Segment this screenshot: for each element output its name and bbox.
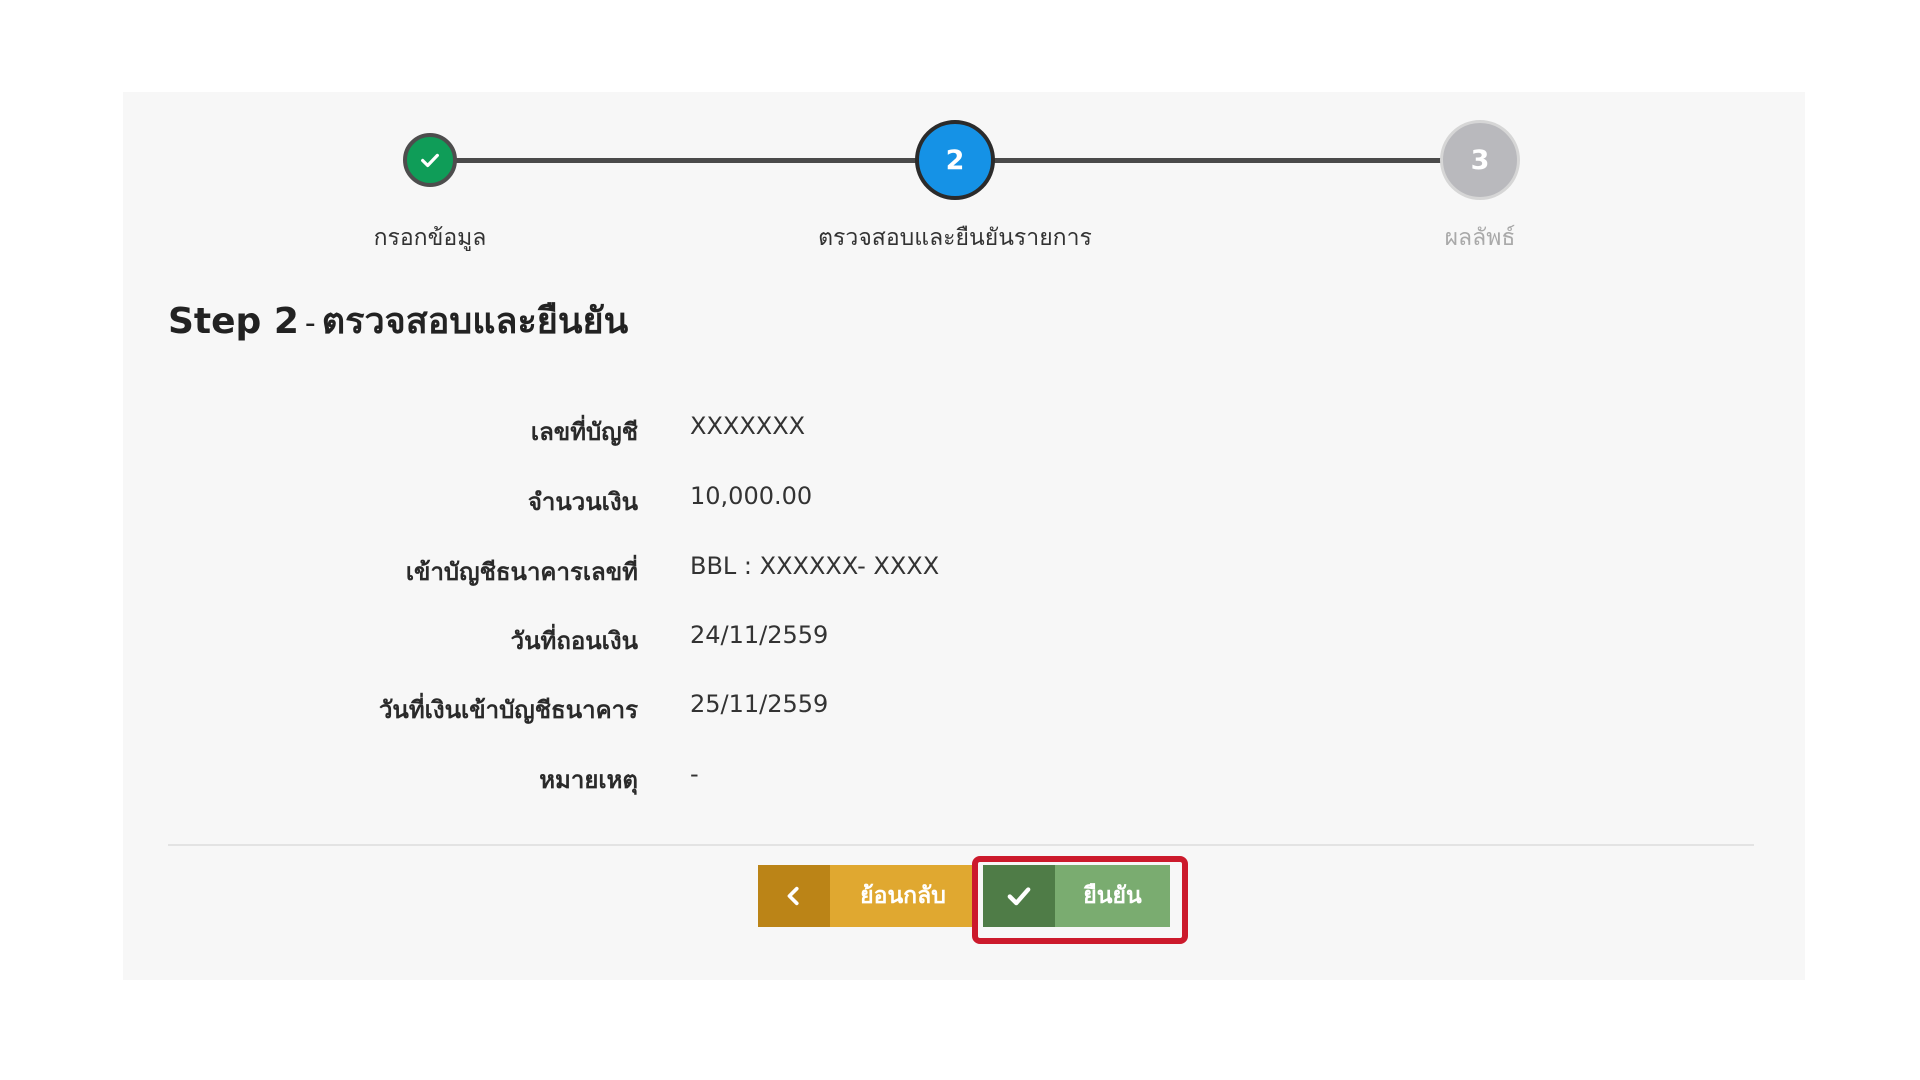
divider (168, 844, 1754, 846)
step-connector-1 (430, 158, 955, 163)
confirm-button-label: ยืนยัน (1083, 883, 1142, 909)
step-1-label: กรอกข้อมูล (373, 225, 487, 251)
step-2-circle: 2 (915, 120, 995, 200)
page-title-step: Step 2 (168, 301, 299, 342)
withdraw-date-value: 24/11/2559 (690, 621, 829, 649)
withdraw-date-label: วันที่ถอนเงิน (510, 627, 638, 655)
page-title-separator: - (304, 306, 316, 341)
step-3-number: 3 (1470, 144, 1490, 176)
step-2-number: 2 (945, 144, 965, 176)
step-2-label: ตรวจสอบและยืนยันรายการ (818, 225, 1092, 251)
bank-account-value: BBL : XXXXXX- XXXX (690, 552, 940, 580)
step-3-circle: 3 (1440, 120, 1520, 200)
chevron-left-icon (758, 865, 830, 927)
account-number-value: XXXXXXX (690, 412, 806, 440)
amount-value: 10,000.00 (690, 482, 813, 510)
check-icon (421, 153, 439, 168)
check-icon (983, 865, 1055, 927)
back-button[interactable]: ย้อนกลับ (758, 865, 976, 927)
confirm-button[interactable]: ยืนยัน (983, 865, 1170, 927)
remark-value: - (690, 760, 699, 788)
step-3-label: ผลลัพธ์ (1444, 225, 1516, 251)
page-title-text: ตรวจสอบและยืนยัน (321, 301, 629, 342)
deposit-date-label: วันที่เงินเข้าบัญชีธนาคาร (378, 696, 638, 724)
back-button-label: ย้อนกลับ (860, 883, 946, 909)
step-1-circle (403, 133, 457, 187)
account-number-label: เลขที่บัญชี (530, 418, 638, 446)
remark-label: หมายเหตุ (539, 766, 638, 794)
page-title: Step 2- ตรวจสอบและยืนยัน (168, 292, 628, 349)
bank-account-label: เข้าบัญชีธนาคารเลขที่ (405, 558, 638, 586)
amount-label: จำนวนเงิน (527, 488, 638, 516)
deposit-date-value: 25/11/2559 (690, 690, 829, 718)
step-connector-2 (955, 158, 1480, 163)
